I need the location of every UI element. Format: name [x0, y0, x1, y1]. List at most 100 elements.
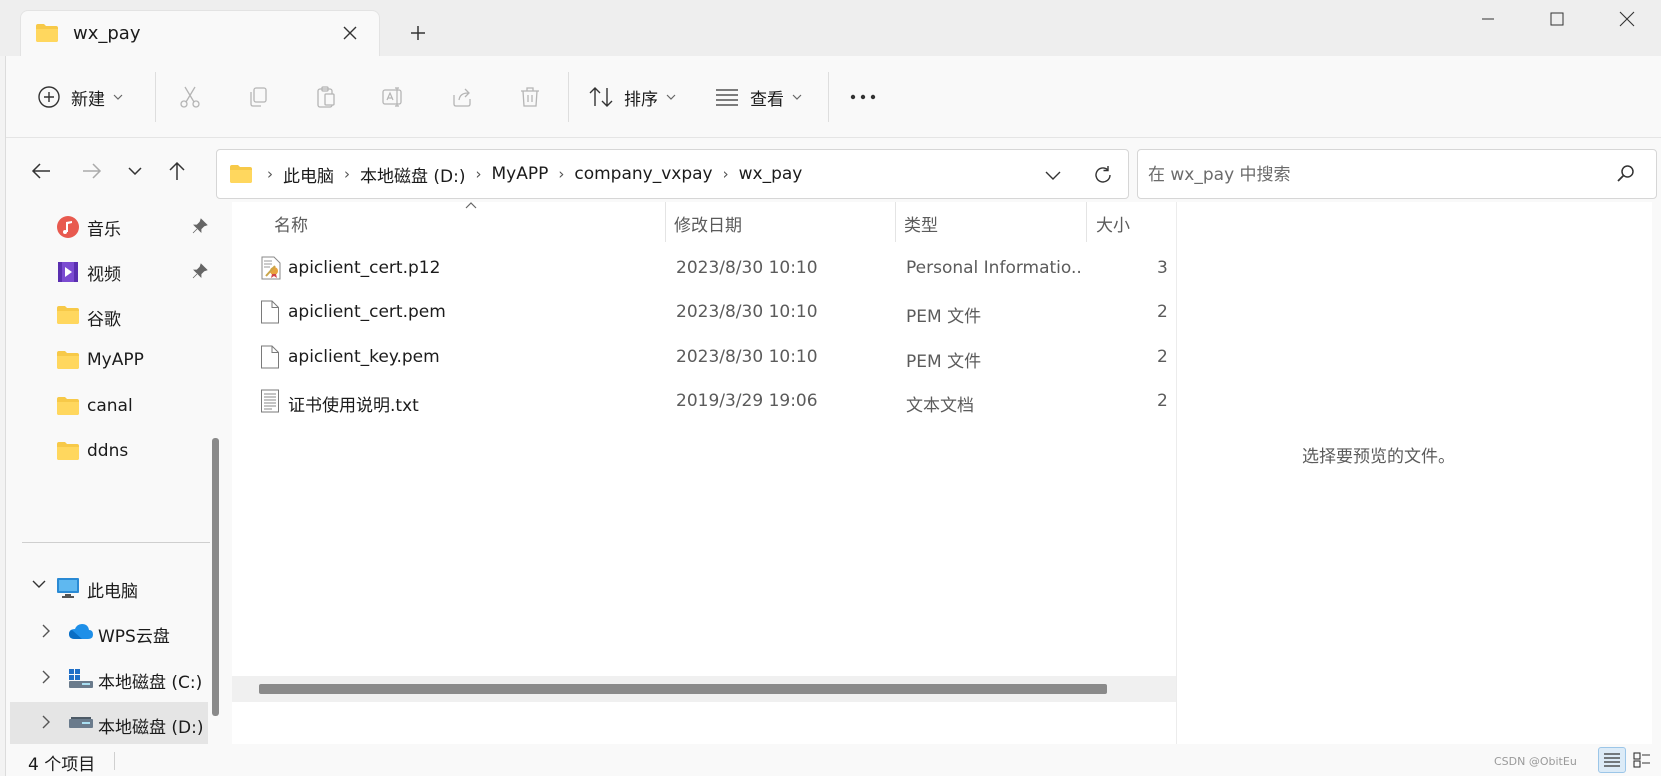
sidebar-divider — [22, 542, 210, 543]
breadcrumb-company-vxpay[interactable]: company_vxpay — [574, 164, 712, 184]
sort-ascending-icon — [465, 202, 477, 209]
rename-icon — [382, 87, 402, 107]
file-type: 文本文档 — [906, 396, 974, 416]
music-icon — [56, 215, 80, 239]
content-area: 名称 修改日期 类型 大小 apiclient_cert.p12 2023/8/… — [232, 202, 1652, 744]
tab-close-button[interactable] — [337, 20, 363, 46]
folder-icon — [56, 350, 80, 370]
more-options-button[interactable] — [847, 81, 879, 113]
maximize-button[interactable] — [1524, 0, 1590, 38]
text-file-icon — [260, 389, 280, 413]
toolbar-divider — [568, 72, 569, 122]
chevron-right-icon[interactable] — [42, 670, 50, 684]
file-row[interactable]: apiclient_cert.p12 2023/8/30 10:10 Perso… — [252, 246, 1177, 290]
horizontal-scrollbar-thumb[interactable] — [259, 684, 1107, 694]
navigation-pane: 音乐 视频 谷歌 MyAPP canal ddns 此电脑 WPS云盘 本地磁盘… — [6, 202, 232, 746]
details-view-button[interactable] — [1598, 747, 1626, 773]
rename-button[interactable] — [378, 81, 410, 113]
back-button[interactable] — [24, 154, 58, 188]
column-divider[interactable] — [1086, 202, 1087, 242]
new-tab-button[interactable] — [400, 18, 436, 48]
forward-button[interactable] — [75, 154, 109, 188]
tab-wx-pay[interactable]: wx_pay — [20, 10, 380, 56]
close-window-button[interactable] — [1594, 0, 1660, 38]
recent-locations-button[interactable] — [118, 154, 152, 188]
file-name: apiclient_cert.pem — [288, 302, 446, 322]
pin-icon[interactable] — [192, 218, 208, 234]
breadcrumb-myapp[interactable]: MyAPP — [492, 164, 549, 184]
chevron-right-icon[interactable] — [42, 624, 50, 638]
sidebar-item-this-pc[interactable]: 此电脑 — [6, 566, 216, 610]
refresh-button[interactable] — [1089, 161, 1117, 189]
sidebar-item-wps-cloud[interactable]: WPS云盘 — [6, 611, 216, 655]
add-circle-icon — [38, 86, 60, 108]
file-date: 2023/8/30 10:10 — [676, 302, 818, 322]
toolbar-divider — [155, 72, 156, 122]
file-row[interactable]: apiclient_key.pem 2023/8/30 10:10 PEM 文件… — [252, 335, 1177, 379]
column-divider[interactable] — [665, 202, 666, 242]
breadcrumb-separator: › — [344, 165, 350, 183]
details-view-icon — [1604, 753, 1620, 767]
paste-button[interactable] — [310, 81, 342, 113]
file-row[interactable]: apiclient_cert.pem 2023/8/30 10:10 PEM 文… — [252, 290, 1177, 334]
sidebar-item-label: 音乐 — [87, 220, 121, 240]
new-button[interactable]: 新建 — [37, 76, 123, 118]
column-header-name[interactable]: 名称 — [274, 202, 308, 244]
sort-icon — [589, 87, 613, 107]
view-button-label: 查看 — [750, 89, 784, 110]
sidebar-item-label: 此电脑 — [87, 582, 138, 602]
up-button[interactable] — [160, 154, 194, 188]
status-divider — [114, 752, 115, 770]
chevron-down-icon — [113, 94, 123, 100]
file-row[interactable]: 证书使用说明.txt 2019/3/29 19:06 文本文档 2 — [252, 379, 1177, 423]
sidebar-item-label: canal — [87, 396, 133, 416]
breadcrumb-separator: › — [722, 165, 729, 183]
breadcrumb: › 此电脑 › 本地磁盘 (D:) › MyAPP › company_vxpa… — [257, 150, 802, 198]
computer-icon — [56, 577, 80, 599]
copy-button[interactable] — [242, 81, 274, 113]
video-icon — [56, 260, 80, 284]
column-header-date[interactable]: 修改日期 — [674, 202, 742, 244]
sidebar-item-myapp[interactable]: MyAPP — [6, 339, 216, 383]
address-bar[interactable]: › 此电脑 › 本地磁盘 (D:) › MyAPP › company_vxpa… — [216, 149, 1129, 199]
sidebar-item-ddns[interactable]: ddns — [6, 430, 216, 474]
sidebar-item-drive-c[interactable]: 本地磁盘 (C:) — [6, 657, 216, 701]
chevron-right-icon[interactable] — [42, 715, 50, 729]
sidebar-item-canal[interactable]: canal — [6, 385, 216, 429]
explorer-window: 新建 排序 查看 › 此电脑 › 本地磁盘 (D:) › MyAPP › com… — [5, 56, 1661, 776]
delete-button[interactable] — [514, 81, 546, 113]
title-bar: wx_pay — [0, 0, 1661, 56]
sidebar-item-music[interactable]: 音乐 — [6, 204, 216, 248]
chevron-down-icon — [128, 167, 142, 175]
sidebar-item-label: 本地磁盘 (C:) — [98, 673, 203, 693]
sidebar-item-drive-d[interactable]: 本地磁盘 (D:) — [10, 702, 208, 746]
sidebar-item-video[interactable]: 视频 — [6, 249, 216, 293]
view-button[interactable]: 查看 — [714, 76, 802, 118]
breadcrumb-this-pc[interactable]: 此电脑 — [283, 162, 334, 187]
share-button[interactable] — [446, 81, 478, 113]
search-icon[interactable] — [1616, 163, 1636, 183]
status-bar: 4 个项目 CSDN @ObitEu — [6, 744, 1661, 776]
sidebar-scrollbar[interactable] — [212, 438, 219, 716]
arrow-left-icon — [31, 163, 50, 179]
sort-button[interactable]: 排序 — [588, 76, 676, 118]
tiles-view-button[interactable] — [1628, 747, 1656, 773]
minimize-button[interactable] — [1455, 0, 1521, 38]
minimize-icon — [1482, 18, 1494, 20]
file-type: Personal Informatio... — [906, 258, 1082, 278]
sidebar-item-google[interactable]: 谷歌 — [6, 294, 216, 338]
tiles-view-icon — [1633, 752, 1650, 768]
search-input[interactable] — [1148, 162, 1588, 188]
cut-button[interactable] — [174, 81, 206, 113]
sidebar-item-label: ddns — [87, 441, 129, 461]
column-header-type[interactable]: 类型 — [904, 202, 938, 244]
file-size: 2 — [1157, 347, 1168, 367]
file-date: 2023/8/30 10:10 — [676, 347, 818, 367]
column-header-size[interactable]: 大小 — [1096, 202, 1130, 244]
column-divider[interactable] — [895, 202, 896, 242]
chevron-down-icon[interactable] — [32, 580, 46, 588]
address-history-button[interactable] — [1039, 162, 1067, 188]
breadcrumb-drive-d[interactable]: 本地磁盘 (D:) — [360, 162, 466, 187]
breadcrumb-wx-pay[interactable]: wx_pay — [739, 164, 803, 184]
pin-icon[interactable] — [192, 263, 208, 279]
